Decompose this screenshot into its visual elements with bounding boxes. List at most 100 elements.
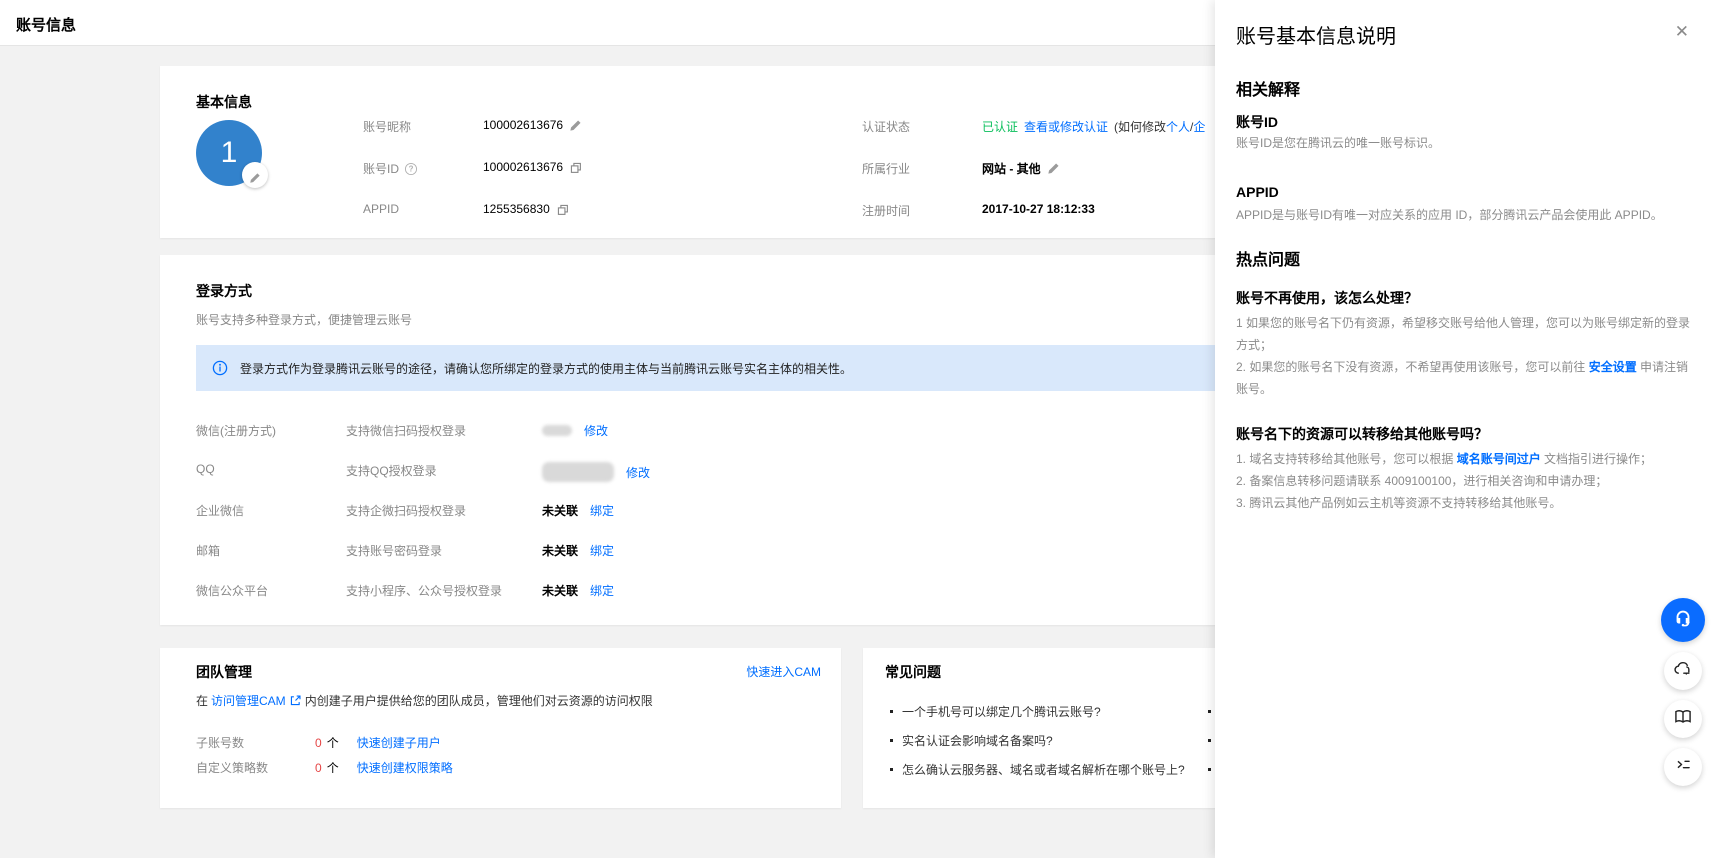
nickname-label: 账号昵称 [363, 118, 483, 135]
create-sub-user-link[interactable]: 快速创建子用户 [357, 734, 441, 751]
console-list-icon [1674, 755, 1693, 779]
answer-2: 1. 域名支持转移给其他账号，您可以根据 域名账号间过户 文档指引进行操作； 2… [1236, 448, 1694, 514]
login-status: 未关联 [542, 582, 578, 599]
field-appid: APPID 1255356830 [363, 198, 582, 240]
field-auth-status: 认证状态 已认证 查看或修改认证 (如何修改个人/企 [862, 114, 1205, 156]
team-management-title: 团队管理 [196, 662, 252, 682]
view-modify-auth-link[interactable]: 查看或修改认证 [1024, 118, 1108, 135]
faq-item[interactable]: 实名认证会影响域名备案吗? [890, 726, 1185, 755]
bullet-icon [890, 768, 893, 771]
login-methods-subtitle: 账号支持多种登录方式，便捷管理云账号 [196, 311, 412, 328]
modify-wechat-link[interactable]: 修改 [584, 422, 608, 439]
term-account-id: 账号ID [1236, 112, 1278, 132]
industry-value: 网站 - 其他 [982, 160, 1041, 177]
avatar-edit-button[interactable] [242, 162, 268, 188]
stat-unit: 个 [327, 734, 339, 751]
login-method-desc: 支持企微扫码授权登录 [346, 502, 542, 519]
avatar-label: 1 [221, 136, 238, 170]
term-appid: APPID [1236, 184, 1279, 200]
appid-value: 1255356830 [483, 202, 550, 216]
feedback-button[interactable] [1664, 748, 1702, 786]
cloud-notification-button[interactable] [1664, 652, 1702, 690]
bind-email-link[interactable]: 绑定 [590, 542, 614, 559]
answer-text: 1. 域名支持转移给其他账号，您可以根据 [1236, 452, 1457, 466]
faq-item-text: 实名认证会影响域名备案吗? [902, 732, 1053, 749]
login-method-name: 企业微信 [196, 502, 346, 519]
faq-item-text: 一个手机号可以绑定几个腾讯云账号? [902, 703, 1101, 720]
help-panel-title: 账号基本信息说明 [1236, 20, 1396, 49]
documentation-button[interactable] [1664, 700, 1702, 738]
enter-cam-link[interactable]: 快速进入CAM [746, 663, 821, 680]
login-methods-title: 登录方式 [196, 281, 252, 301]
auth-status-label: 认证状态 [862, 118, 982, 135]
floating-button-stack [1661, 598, 1705, 786]
login-method-name: 微信公众平台 [196, 582, 346, 599]
bind-wecom-link[interactable]: 绑定 [590, 502, 614, 519]
copy-icon[interactable] [556, 203, 569, 216]
stat-label: 自定义策略数 [196, 759, 315, 776]
nickname-value: 100002613676 [483, 118, 563, 132]
page-title: 账号信息 [16, 14, 76, 35]
answer-2-line-3: 3. 腾讯云其他产品例如云主机等资源不支持转移给其他账号。 [1236, 492, 1694, 514]
auth-status-value: 已认证 [982, 118, 1018, 135]
account-id-label: 账号ID [363, 160, 399, 177]
svg-text:?: ? [409, 164, 414, 173]
edit-industry-icon[interactable] [1047, 162, 1060, 175]
faq-item-text: 怎么确认云服务器、域名或者域名解析在哪个账号上? [902, 761, 1185, 778]
login-method-desc: 支持小程序、公众号授权登录 [346, 582, 542, 599]
faq-item[interactable]: 一个手机号可以绑定几个腾讯云账号? [890, 697, 1185, 726]
enterprise-auth-link[interactable]: 企 [1193, 120, 1205, 134]
basic-fields-right: 认证状态 已认证 查看或修改认证 (如何修改个人/企 所属行业 网站 - 其他 … [862, 114, 1205, 240]
security-settings-link[interactable]: 安全设置 [1589, 360, 1637, 374]
headset-icon [1672, 607, 1694, 634]
stat-count: 0 [315, 736, 322, 750]
stat-unit: 个 [327, 759, 339, 776]
answer-1-line-1: 1 如果您的账号名下仍有资源，希望移交账号给他人管理，您可以为账号绑定新的登录方… [1236, 312, 1694, 356]
domain-transfer-link[interactable]: 域名账号间过户 [1457, 452, 1541, 466]
bind-wechat-official-link[interactable]: 绑定 [590, 582, 614, 599]
modify-qq-link[interactable]: 修改 [626, 464, 650, 481]
copy-icon[interactable] [569, 161, 582, 174]
create-policy-link[interactable]: 快速创建权限策略 [357, 759, 453, 776]
masked-account [542, 425, 572, 436]
bullet-icon [1208, 739, 1211, 742]
reg-time-label: 注册时间 [862, 202, 982, 219]
auth-note-prefix: (如何修改 [1114, 120, 1166, 134]
avatar[interactable]: 1 [196, 120, 262, 186]
open-book-icon [1673, 707, 1693, 732]
faq-title: 常见问题 [885, 662, 941, 682]
stat-sub-accounts: 子账号数 0 个 快速创建子用户 [196, 730, 453, 755]
stat-label: 子账号数 [196, 734, 315, 751]
field-nickname: 账号昵称 100002613676 [363, 114, 582, 156]
personal-auth-link[interactable]: 个人 [1166, 120, 1190, 134]
stat-count: 0 [315, 761, 322, 775]
team-desc-prefix: 在 [196, 692, 208, 709]
faq-item[interactable]: 怎么确认云服务器、域名或者域名解析在哪个账号上? [890, 755, 1185, 784]
team-management-card: 团队管理 快速进入CAM 在 访问管理CAM 内创建子用户提供给您的团队成员，管… [160, 648, 841, 808]
appid-label: APPID [363, 202, 483, 216]
edit-nickname-icon[interactable] [569, 119, 582, 132]
question-1: 账号不再使用，该怎么处理？ [1236, 288, 1418, 308]
close-icon[interactable]: ✕ [1675, 22, 1689, 42]
login-method-name: 邮箱 [196, 542, 346, 559]
bullet-icon [1208, 768, 1211, 771]
help-icon[interactable]: ? [404, 162, 418, 176]
answer-2-line-2: 2. 备案信息转移问题请联系 4009100100，进行相关咨询和申请办理； [1236, 470, 1694, 492]
masked-account [542, 462, 614, 482]
external-link-icon[interactable] [289, 694, 302, 707]
login-status: 未关联 [542, 542, 578, 559]
login-method-name: QQ [196, 462, 346, 476]
answer-text: 2. 如果您的账号名下没有资源，不希望再使用该账号，您可以前往 [1236, 360, 1589, 374]
answer-text: 文档指引进行操作； [1541, 452, 1652, 466]
faq-list: 一个手机号可以绑定几个腾讯云账号? 实名认证会影响域名备案吗? 怎么确认云服务器… [890, 697, 1185, 784]
term-account-id-desc: 账号ID是您在腾讯云的唯一账号标识。 [1236, 132, 1696, 154]
cam-doc-link[interactable]: 访问管理CAM [211, 692, 286, 709]
bullet-icon [890, 710, 893, 713]
team-stats: 子账号数 0 个 快速创建子用户 自定义策略数 0 个 快速创建权限策略 [196, 730, 453, 780]
team-desc-suffix: 内创建子用户提供给您的团队成员，管理他们对云资源的访问权限 [305, 692, 653, 709]
answer-1: 1 如果您的账号名下仍有资源，希望移交账号给他人管理，您可以为账号绑定新的登录方… [1236, 312, 1694, 400]
login-method-desc: 支持QQ授权登录 [346, 462, 542, 479]
login-method-desc: 支持微信扫码授权登录 [346, 422, 542, 439]
customer-service-button[interactable] [1661, 598, 1705, 642]
field-account-id: 账号ID ? 100002613676 [363, 156, 582, 198]
